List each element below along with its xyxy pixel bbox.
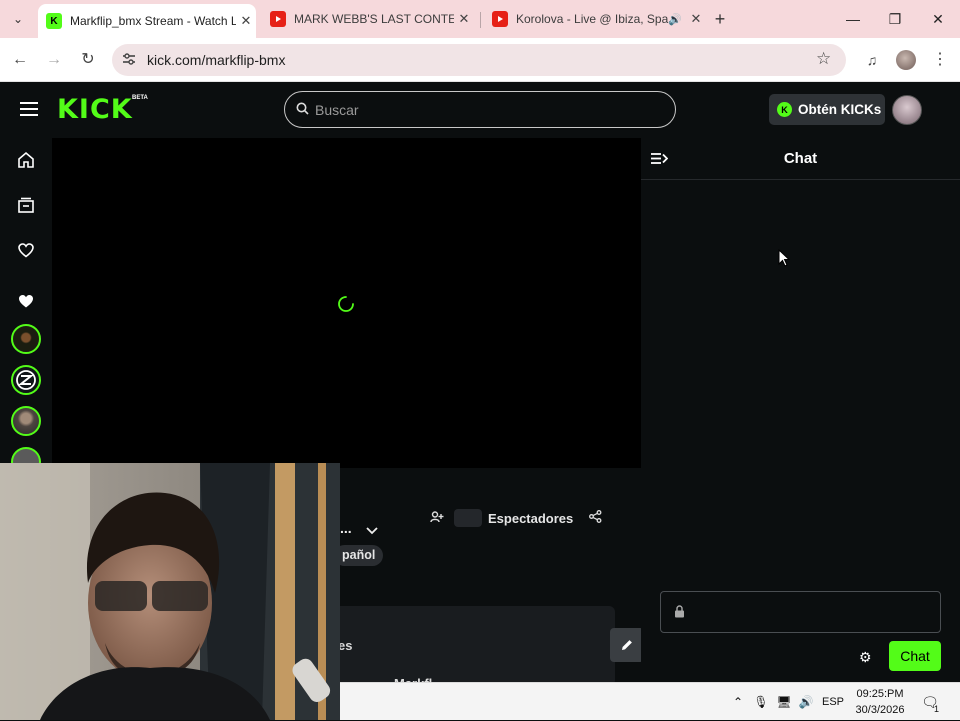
menu-icon[interactable] [20, 101, 38, 117]
language-tag[interactable]: pañol [334, 545, 384, 566]
keyboard-language[interactable]: ESP [820, 683, 846, 721]
profile-avatar[interactable] [896, 50, 916, 70]
restore-button[interactable]: ❐ [880, 8, 910, 30]
mouse-cursor-icon [778, 248, 791, 272]
lock-icon [674, 605, 685, 623]
media-control-icon[interactable]: ♫ [860, 48, 884, 72]
chevron-down-icon[interactable] [366, 522, 378, 540]
kicks-coin-icon: K [777, 102, 792, 117]
left-sidebar [0, 138, 52, 477]
home-icon[interactable] [14, 148, 38, 172]
stream-title: ... [340, 520, 352, 536]
site-info-icon[interactable] [121, 51, 139, 69]
minimize-button[interactable]: — [838, 8, 868, 30]
tab-search-button[interactable]: ⌄ [6, 8, 30, 30]
clock[interactable]: 09:25:PM 30/3/2026 [852, 686, 908, 718]
address-bar[interactable]: kick.com/markflip-bmx ☆ [112, 44, 846, 76]
forward-button[interactable]: → [42, 48, 66, 72]
followed-channel-avatar[interactable] [11, 324, 41, 354]
youtube-favicon [492, 11, 508, 27]
viewer-count-placeholder [454, 509, 482, 527]
network-icon[interactable]: 🖥 [774, 683, 794, 721]
kick-favicon: K [46, 13, 62, 29]
pencil-icon [622, 640, 632, 650]
close-tab-icon[interactable]: ✕ [454, 11, 474, 27]
chat-settings-gear-icon[interactable]: ⚙ [859, 649, 872, 666]
chat-message-input[interactable] [695, 602, 925, 622]
tab-kick-stream[interactable]: K Markflip_bmx Stream - Watch L ✕ [38, 4, 256, 38]
browser-tab-strip: ⌄ K Markflip_bmx Stream - Watch L ✕ MARK… [0, 0, 960, 38]
get-kicks-button[interactable]: K Obtén KICKs [769, 94, 885, 125]
tab-title: MARK WEBB'S LAST CONTEST L [294, 12, 454, 26]
close-window-button[interactable]: ✕ [923, 8, 953, 30]
viewers-label: Espectadores [488, 510, 574, 526]
search-input[interactable] [315, 100, 655, 120]
video-player[interactable] [52, 138, 641, 468]
search-icon [296, 102, 309, 120]
browser-menu-icon[interactable]: ⋮ [928, 48, 952, 72]
clock-time: 09:25:PM [856, 688, 904, 700]
clock-date: 30/3/2026 [855, 704, 905, 716]
share-icon[interactable] [589, 510, 602, 526]
bookmark-star-icon[interactable]: ☆ [816, 49, 831, 69]
kick-logo[interactable]: KICK BETA [57, 94, 148, 125]
search-bar[interactable] [284, 91, 676, 128]
chat-header: Chat [641, 138, 960, 180]
webcam-image [0, 463, 340, 720]
browse-icon[interactable] [14, 193, 38, 217]
beta-badge: BETA [132, 95, 148, 101]
notifications-icon[interactable]: 🗨 [918, 683, 942, 721]
close-tab-icon[interactable]: ✕ [236, 13, 256, 29]
followed-channel-avatar[interactable] [11, 365, 41, 395]
webcam-overlay [0, 463, 340, 720]
chat-send-button[interactable]: Chat [889, 641, 941, 671]
tab-title: Markflip_bmx Stream - Watch L [70, 14, 236, 28]
tab-separator [480, 12, 481, 28]
youtube-favicon [270, 11, 286, 27]
following-heart-icon[interactable] [14, 238, 38, 262]
chat-input-box[interactable] [660, 591, 941, 633]
url-text: kick.com/markflip-bmx [147, 52, 286, 68]
close-tab-icon[interactable]: ✕ [686, 11, 706, 27]
followed-channel-avatar[interactable] [11, 406, 41, 436]
microphone-icon[interactable]: 🎙 [752, 683, 770, 721]
show-hidden-icons-chevron-icon[interactable]: ⌃ [730, 683, 746, 721]
reload-button[interactable]: ↻ [76, 48, 100, 72]
chat-panel: Chat ⚙ Chat [641, 138, 960, 682]
site-header: KICK BETA K Obtén KICKs [0, 82, 960, 138]
volume-icon[interactable]: 🔊 [796, 683, 816, 721]
user-avatar[interactable] [892, 95, 922, 125]
followed-heart-icon [14, 289, 38, 313]
loading-spinner-icon [337, 295, 355, 318]
edit-button[interactable] [610, 628, 644, 662]
chat-title: Chat [783, 150, 818, 167]
tab-korolova[interactable]: Korolova - Live @ Ibiza, Spa 🔊 ✕ [484, 4, 706, 34]
tab-mark-webb[interactable]: MARK WEBB'S LAST CONTEST L ✕ [262, 4, 474, 34]
new-tab-button[interactable]: + [708, 7, 732, 31]
viewer-count: Espectadores [430, 509, 602, 527]
logo-text: KICK [57, 94, 133, 125]
audio-playing-icon[interactable]: 🔊 [668, 13, 686, 26]
notification-count-badge: 1 [934, 704, 940, 714]
browser-toolbar: ← → ↻ kick.com/markflip-bmx ☆ ♫ ⋮ [0, 38, 960, 82]
viewers-icon [430, 510, 444, 526]
about-label: es [338, 638, 353, 653]
back-button[interactable]: ← [8, 48, 32, 72]
about-panel: es Markfl... [334, 606, 644, 691]
get-kicks-label: Obtén KICKs [798, 102, 882, 117]
windows-taskbar: ⌃ 🎙 🖥 🔊 ESP 09:25:PM 30/3/2026 🗨 1 [340, 682, 960, 720]
tab-title: Korolova - Live @ Ibiza, Spa [516, 12, 668, 26]
